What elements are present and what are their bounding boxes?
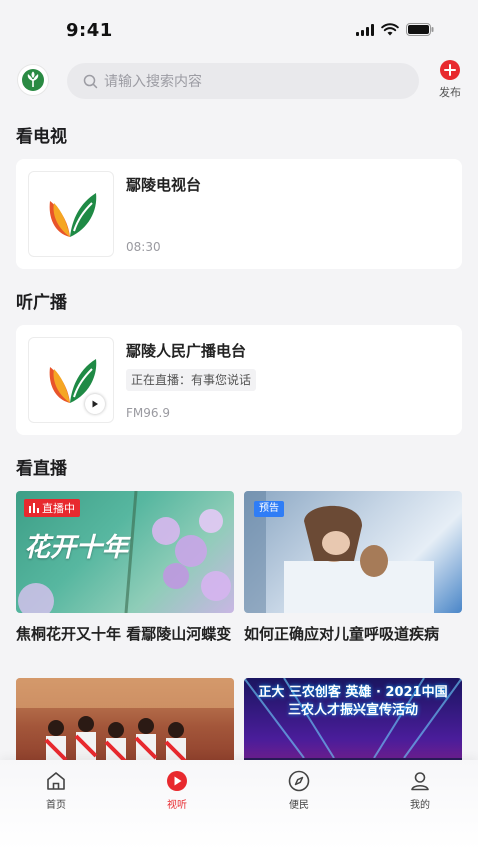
- play-icon: [167, 771, 187, 791]
- status-bar: 9:41: [0, 0, 478, 60]
- tab-label: 我的: [410, 800, 430, 811]
- live-title: 焦桐花开又十年 看鄢陵山河蝶变: [16, 625, 232, 643]
- wifi-icon: [381, 23, 399, 36]
- battery-icon: [406, 23, 434, 36]
- bottom-tab-bar: 首页 视听 便民 我的: [0, 760, 478, 850]
- tab-label: 视听: [167, 800, 187, 811]
- tv-channel-card[interactable]: 鄢陵电视台 08:30: [16, 159, 462, 269]
- tv-channel-time: 08:30: [126, 240, 161, 254]
- butterfly-logo-icon: [49, 193, 97, 237]
- publish-label: 发布: [439, 86, 461, 99]
- section-title-radio: 听广播: [16, 293, 67, 313]
- radio-frequency: FM96.9: [126, 406, 170, 420]
- user-icon: [411, 772, 429, 791]
- tab-media[interactable]: 视听: [147, 770, 207, 811]
- plus-icon: [440, 60, 460, 80]
- channel-logo: [28, 171, 114, 257]
- search-bar[interactable]: 请输入搜索内容: [67, 63, 419, 99]
- signal-icon: [356, 23, 374, 36]
- live-image-caption: 正大 三农创客 英雄 · 2021中国三农人才振兴宣传活动: [258, 685, 448, 718]
- live-bars-icon: [29, 503, 39, 513]
- live-badge: 直播中: [24, 499, 80, 517]
- live-badge-label: 直播中: [42, 502, 75, 515]
- status-time: 9:41: [66, 20, 113, 41]
- radio-channel-card[interactable]: 鄢陵人民广播电台 正在直播：有事您说话 FM96.9: [16, 325, 462, 435]
- live-item[interactable]: 预告 如何正确应对儿童呼吸道疾病: [244, 491, 462, 645]
- live-title: 如何正确应对儿童呼吸道疾病: [244, 625, 440, 643]
- radio-logo: [28, 337, 114, 423]
- compass-icon: [288, 770, 310, 792]
- radio-now-playing: 正在直播：有事您说话: [126, 369, 257, 391]
- publish-button[interactable]: 发布: [434, 60, 466, 100]
- tab-label: 首页: [46, 800, 66, 811]
- tab-services[interactable]: 便民: [269, 770, 329, 811]
- home-icon: [47, 772, 65, 790]
- play-icon[interactable]: [85, 394, 105, 414]
- live-thumbnail: 预告: [244, 491, 462, 613]
- live-thumbnail: 花开十年 直播中: [16, 491, 234, 613]
- tab-profile[interactable]: 我的: [390, 770, 450, 811]
- status-icons: [356, 23, 434, 36]
- search-icon: [83, 74, 98, 88]
- app-logo[interactable]: [17, 64, 49, 96]
- top-header: 请输入搜索内容 发布: [0, 60, 478, 104]
- search-placeholder: 请输入搜索内容: [104, 74, 202, 90]
- live-image-caption: 花开十年: [24, 533, 129, 563]
- section-title-live: 看直播: [16, 459, 67, 479]
- preview-badge: 预告: [254, 501, 284, 517]
- tree-logo-icon: [22, 69, 44, 91]
- tab-label: 便民: [289, 800, 309, 811]
- tab-home[interactable]: 首页: [26, 770, 86, 811]
- tv-channel-name: 鄢陵电视台: [126, 176, 202, 194]
- section-title-tv: 看电视: [16, 127, 67, 147]
- live-item[interactable]: 花开十年 直播中 焦桐花开又十年 看鄢陵山河蝶变: [16, 491, 234, 645]
- radio-channel-name: 鄢陵人民广播电台: [126, 342, 247, 360]
